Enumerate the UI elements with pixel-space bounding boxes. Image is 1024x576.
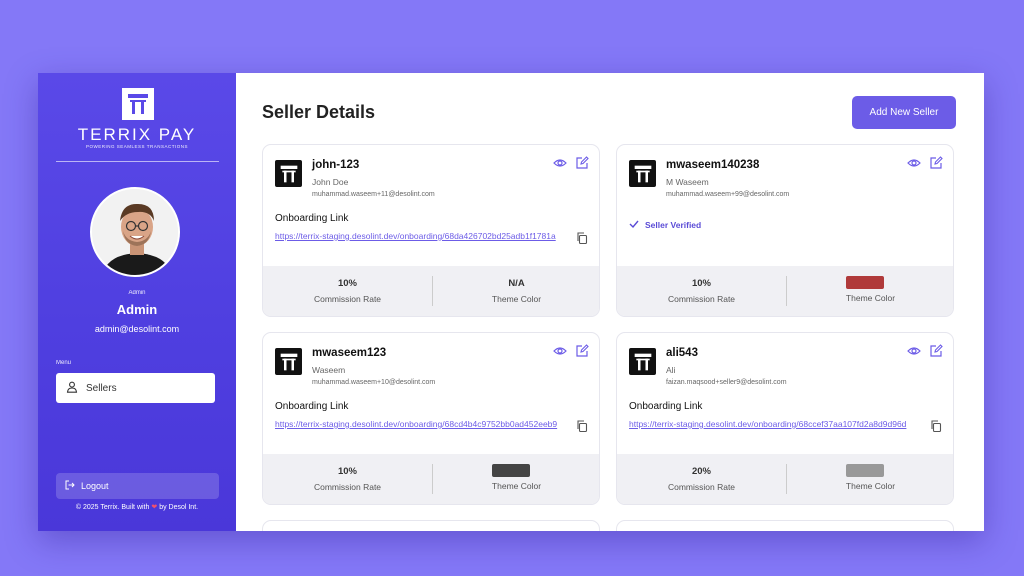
user-name: Admin bbox=[116, 302, 158, 317]
copy-icon[interactable] bbox=[576, 419, 588, 433]
theme-label: Theme Color bbox=[491, 481, 542, 491]
sidebar: TERRIX PAY POWERING SEAMLESS TRANSACTION… bbox=[38, 73, 236, 531]
commission-stat: 10% Commission Rate bbox=[263, 454, 432, 504]
commission-stat: 10% Commission Rate bbox=[263, 266, 432, 316]
eye-icon[interactable] bbox=[907, 344, 921, 358]
commission-value: 10% bbox=[691, 278, 711, 289]
onboarding-label: Onboarding Link bbox=[275, 401, 349, 412]
avatar bbox=[90, 187, 180, 277]
seller-email: faizan.maqsood+seller9@desolint.com bbox=[666, 379, 787, 386]
page-title: Seller Details bbox=[262, 102, 376, 122]
user-email: admin@desolint.com bbox=[94, 324, 180, 334]
edit-icon[interactable] bbox=[929, 344, 943, 358]
seller-name: Ali bbox=[666, 365, 676, 375]
footer-text-after: by Desol Int. bbox=[159, 504, 199, 511]
theme-stat: Theme Color bbox=[786, 266, 953, 316]
copy-icon[interactable] bbox=[576, 231, 588, 245]
seller-username: mwaseem140238 bbox=[666, 159, 760, 171]
theme-color-swatch bbox=[846, 464, 884, 477]
commission-stat: 10% Commission Rate bbox=[617, 266, 786, 316]
seller-name: John Doe bbox=[312, 177, 349, 187]
logout-label: Logout bbox=[81, 481, 109, 491]
theme-label: Theme Color bbox=[491, 294, 542, 304]
heart-icon: ❤ bbox=[151, 504, 158, 511]
seller-username: ali543 bbox=[666, 347, 698, 359]
seller-email: muhammad.waseem+10@desolint.com bbox=[312, 379, 436, 386]
seller-stats: 10% Commission Rate N/A Theme Color bbox=[263, 266, 599, 316]
commission-stat: 20% Commission Rate bbox=[617, 454, 786, 504]
seller-stats: 20% Commission Rate Theme Color bbox=[617, 454, 953, 504]
brand-name: TERRIX PAY bbox=[77, 125, 197, 144]
onboarding-link[interactable]: https://terrix-staging.desolint.dev/onbo… bbox=[275, 230, 571, 242]
seller-name: Waseem bbox=[312, 365, 346, 375]
seller-email: muhammad.waseem+11@desolint.com bbox=[312, 191, 435, 198]
seller-card-partial bbox=[262, 520, 600, 531]
seller-email: muhammad.waseem+99@desolint.com bbox=[666, 191, 790, 198]
theme-color-swatch bbox=[492, 464, 530, 477]
seller-stats: 10% Commission Rate Theme Color bbox=[263, 454, 599, 504]
eye-icon[interactable] bbox=[553, 156, 567, 170]
app-window: TERRIX PAY POWERING SEAMLESS TRANSACTION… bbox=[38, 73, 984, 531]
verified-label: Seller Verified bbox=[645, 220, 702, 230]
user-icon bbox=[66, 381, 78, 396]
brand-tagline: POWERING SEAMLESS TRANSACTIONS bbox=[86, 144, 188, 149]
theme-stat: N/A Theme Color bbox=[432, 266, 599, 316]
sidebar-item-sellers[interactable]: Sellers bbox=[56, 373, 215, 403]
eye-icon[interactable] bbox=[907, 156, 921, 170]
commission-value: 10% bbox=[337, 278, 357, 289]
theme-label: Theme Color bbox=[845, 293, 896, 303]
theme-color-swatch bbox=[846, 276, 884, 289]
theme-label: Theme Color bbox=[845, 481, 896, 491]
seller-username: john-123 bbox=[312, 159, 360, 171]
onboarding-link[interactable]: https://terrix-staging.desolint.dev/onbo… bbox=[275, 418, 571, 430]
logout-icon bbox=[65, 480, 75, 492]
logout-button[interactable]: Logout bbox=[56, 473, 219, 499]
edit-icon[interactable] bbox=[575, 156, 589, 170]
footer: © 2025 Terrix. Built with ❤ by Desol Int… bbox=[38, 503, 236, 511]
seller-username: mwaseem123 bbox=[312, 347, 387, 359]
theme-value: N/A bbox=[508, 278, 525, 289]
seller-verified: Seller Verified bbox=[629, 219, 701, 231]
seller-card-partial bbox=[616, 520, 954, 531]
commission-label: Commission Rate bbox=[667, 482, 736, 492]
theme-stat: Theme Color bbox=[432, 454, 599, 504]
check-icon bbox=[629, 219, 639, 231]
commission-label: Commission Rate bbox=[313, 294, 382, 304]
seller-logo-icon bbox=[275, 348, 302, 375]
eye-icon[interactable] bbox=[553, 344, 567, 358]
onboarding-link[interactable]: https://terrix-staging.desolint.dev/onbo… bbox=[629, 418, 925, 430]
seller-card: mwaseem123 Waseem muhammad.waseem+10@des… bbox=[262, 332, 600, 505]
edit-icon[interactable] bbox=[929, 156, 943, 170]
seller-card: john-123 John Doe muhammad.waseem+11@des… bbox=[262, 144, 600, 317]
seller-logo-icon bbox=[629, 160, 656, 187]
menu-label: Menu bbox=[56, 360, 72, 366]
add-new-seller-button[interactable]: Add New Seller bbox=[852, 96, 956, 129]
seller-logo-icon bbox=[629, 348, 656, 375]
seller-card: ali543 Ali faizan.maqsood+seller9@desoli… bbox=[616, 332, 954, 505]
main-content: Seller Details Add New Seller john-123 J… bbox=[236, 73, 984, 531]
seller-card: mwaseem140238 M Waseem muhammad.waseem+9… bbox=[616, 144, 954, 317]
seller-name: M Waseem bbox=[666, 177, 709, 187]
commission-label: Commission Rate bbox=[313, 482, 382, 492]
tt-logo-icon bbox=[122, 88, 154, 120]
commission-label: Commission Rate bbox=[667, 294, 736, 304]
copy-icon[interactable] bbox=[930, 419, 942, 433]
theme-stat: Theme Color bbox=[786, 454, 953, 504]
edit-icon[interactable] bbox=[575, 344, 589, 358]
onboarding-label: Onboarding Link bbox=[629, 401, 703, 412]
sidebar-item-label: Sellers bbox=[86, 382, 117, 394]
sidebar-divider bbox=[56, 161, 219, 162]
onboarding-label: Onboarding Link bbox=[275, 213, 349, 224]
user-role: Admin bbox=[128, 290, 146, 296]
seller-stats: 10% Commission Rate Theme Color bbox=[617, 266, 953, 316]
commission-value: 20% bbox=[691, 466, 711, 477]
seller-logo-icon bbox=[275, 160, 302, 187]
commission-value: 10% bbox=[337, 466, 357, 477]
footer-text-before: © 2025 Terrix. Built with bbox=[75, 504, 150, 511]
